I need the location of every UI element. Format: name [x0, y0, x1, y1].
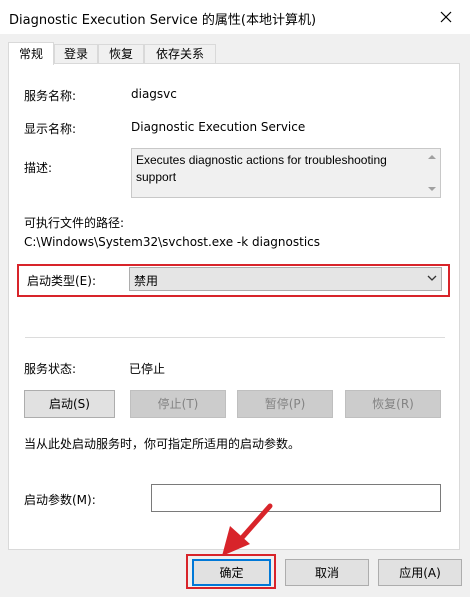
display-name-value[interactable]: Diagnostic Execution Service — [131, 120, 305, 134]
path-label: 可执行文件的路径: — [24, 216, 125, 230]
service-properties-window: Diagnostic Execution Service 的属性(本地计算机) … — [0, 0, 470, 597]
ok-button[interactable]: 确定 — [192, 559, 271, 586]
tab-recovery[interactable]: 恢复 — [98, 44, 144, 64]
start-params-hint: 当从此处启动服务时，你可指定所适用的启动参数。 — [24, 437, 301, 451]
startup-type-select[interactable]: 禁用 — [129, 267, 442, 291]
cancel-button[interactable]: 取消 — [285, 559, 369, 586]
description-text: Executes diagnostic actions for troubles… — [136, 153, 387, 184]
chevron-down-icon — [427, 275, 437, 281]
divider — [25, 337, 445, 338]
tab-dependencies[interactable]: 依存关系 — [144, 44, 216, 64]
display-name-label: 显示名称: — [24, 122, 77, 136]
title-bar[interactable]: Diagnostic Execution Service 的属性(本地计算机) — [0, 0, 470, 34]
general-panel: 服务名称: diagsvc 显示名称: Diagnostic Execution… — [8, 63, 460, 550]
resume-button[interactable]: 恢复(R) — [345, 390, 441, 418]
service-status-label: 服务状态: — [24, 362, 77, 376]
start-params-input[interactable] — [151, 484, 441, 512]
close-icon[interactable] — [428, 3, 464, 31]
stop-button[interactable]: 停止(T) — [130, 390, 226, 418]
tab-logon[interactable]: 登录 — [54, 44, 98, 64]
description-label: 描述: — [24, 161, 53, 175]
path-value: C:\Windows\System32\svchost.exe -k diagn… — [24, 235, 321, 249]
service-status-value: 已停止 — [129, 362, 166, 376]
service-name-label: 服务名称: — [24, 89, 77, 103]
window-title: Diagnostic Execution Service 的属性(本地计算机) — [9, 13, 317, 28]
scroll-down-icon[interactable] — [428, 187, 436, 191]
start-button[interactable]: 启动(S) — [24, 390, 115, 418]
service-name-value: diagsvc — [131, 87, 177, 101]
pause-button[interactable]: 暂停(P) — [237, 390, 333, 418]
startup-type-value: 禁用 — [134, 274, 159, 288]
description-scrollbar[interactable] — [424, 149, 440, 197]
tab-general[interactable]: 常规 — [8, 42, 54, 65]
scroll-up-icon[interactable] — [428, 155, 436, 159]
description-box[interactable]: Executes diagnostic actions for troubles… — [131, 148, 441, 198]
start-params-label: 启动参数(M): — [24, 493, 96, 507]
apply-button[interactable]: 应用(A) — [378, 559, 462, 586]
startup-type-label: 启动类型(E): — [27, 274, 96, 288]
